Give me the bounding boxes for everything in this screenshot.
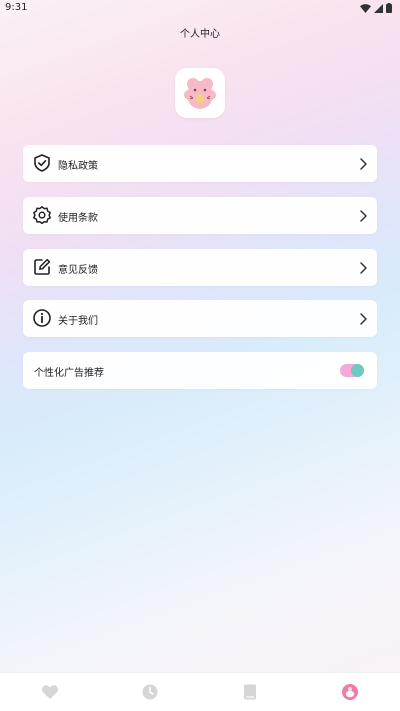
status-bar: 9:31 (0, 0, 400, 16)
wifi-icon (360, 3, 371, 13)
status-time: 9:31 (5, 2, 28, 13)
bottom-nav (0, 672, 400, 711)
gear-icon (32, 205, 52, 225)
heart-icon[interactable] (41, 683, 59, 701)
shield-check-icon (32, 153, 52, 173)
info-icon (32, 308, 52, 328)
feedback-item[interactable]: 意见反馈 (23, 249, 377, 286)
pink-bear-app-icon (184, 78, 216, 109)
screen: 9:31 个人中心 隐私政策 使用条款 意见反馈 关于我们 个性化广告推荐 (0, 0, 400, 711)
personalized-ads-row: 个性化广告推荐 (23, 352, 377, 389)
personalized-ads-toggle[interactable] (340, 364, 364, 377)
chevron-right-icon (358, 156, 368, 170)
battery-icon (386, 3, 392, 13)
book-icon[interactable] (241, 683, 259, 701)
edit-icon (32, 257, 52, 277)
personalized-ads-label: 个性化广告推荐 (34, 368, 104, 379)
toggle-knob (351, 364, 364, 377)
clock-icon[interactable] (141, 683, 159, 701)
profile-icon[interactable] (341, 683, 359, 701)
chevron-right-icon (358, 208, 368, 222)
about-us-label: 关于我们 (58, 316, 98, 327)
about-us-item[interactable]: 关于我们 (23, 300, 377, 337)
chevron-right-icon (358, 311, 368, 325)
privacy-policy-label: 隐私政策 (58, 161, 98, 172)
app-logo (175, 68, 225, 118)
terms-of-use-label: 使用条款 (58, 213, 98, 224)
signal-icon (374, 3, 383, 13)
privacy-policy-item[interactable]: 隐私政策 (23, 145, 377, 182)
status-icons (360, 3, 392, 13)
page-title: 个人中心 (180, 29, 220, 40)
chevron-right-icon (358, 260, 368, 274)
feedback-label: 意见反馈 (58, 265, 98, 276)
terms-of-use-item[interactable]: 使用条款 (23, 197, 377, 234)
